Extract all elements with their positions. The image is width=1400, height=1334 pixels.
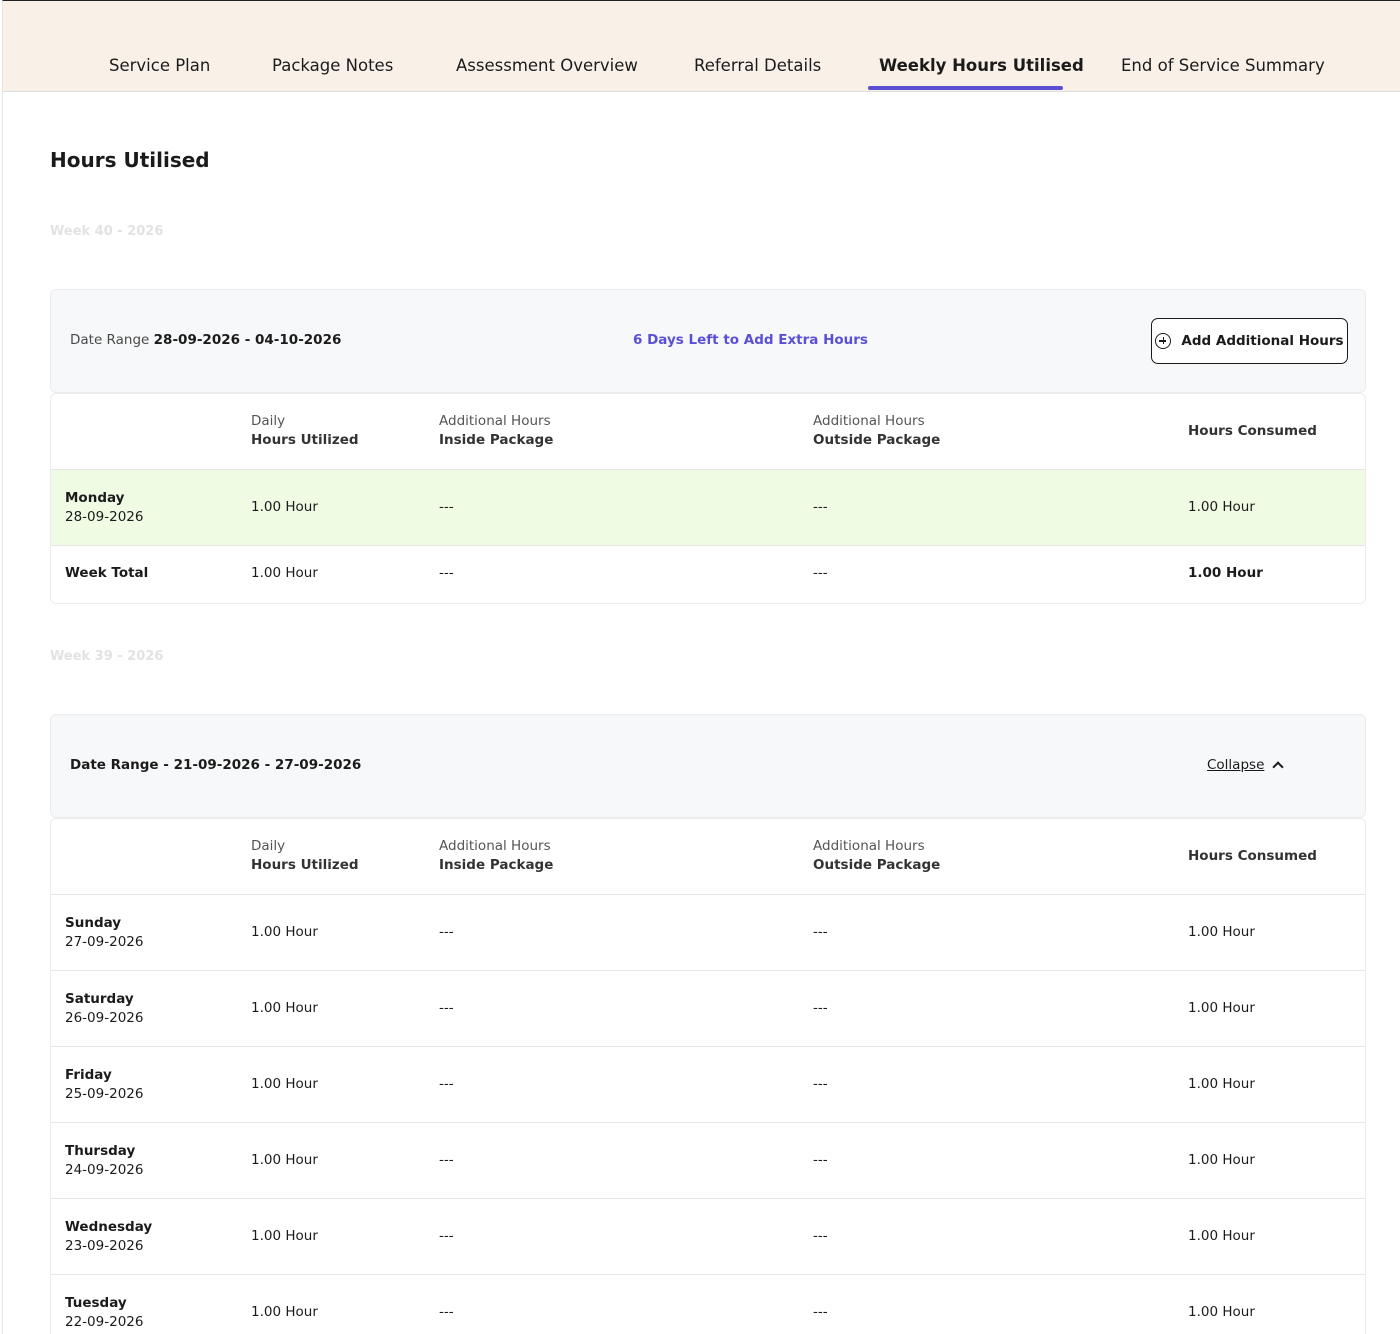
inside-package-cell: ---	[439, 924, 454, 940]
daily-hours-cell: 1.00 Hour	[251, 924, 318, 940]
column-daily-hours: Daily Hours Utilized	[251, 838, 359, 873]
chevron-up-icon	[1272, 761, 1285, 773]
daily-hours-cell: 1.00 Hour	[251, 1000, 318, 1016]
outside-package-cell: ---	[813, 499, 828, 515]
day-cell: Saturday 26-09-2026	[65, 991, 144, 1026]
week-40-table: Daily Hours Utilized Additional Hours Insi…	[50, 393, 1366, 604]
days-left-notice: 6 Days Left to Add Extra Hours	[633, 332, 868, 348]
column-inside-package: Additional Hours Inside Package	[439, 413, 554, 448]
table-row: Friday 25-09-2026 1.00 Hour --- --- 1.00 …	[51, 1047, 1365, 1123]
tab-referral-details[interactable]: Referral Details	[694, 56, 821, 75]
column-daily-hours: Daily Hours Utilized	[251, 413, 359, 448]
week-39-table: Daily Hours Utilized Additional Hours Insi…	[50, 818, 1366, 1334]
page-title: Hours Utilised	[50, 148, 210, 172]
day-cell: Tuesday 22-09-2026	[65, 1295, 144, 1330]
week-39-label: Week 39 - 2026	[50, 649, 164, 664]
inside-package-cell: ---	[439, 499, 454, 515]
column-inside-package: Additional Hours Inside Package	[439, 838, 554, 873]
week-total-label: Week Total	[65, 565, 149, 581]
date-range-prefix: Date Range	[70, 332, 150, 348]
tab-bar: Service Plan Package Notes Assessment Ov…	[3, 1, 1400, 92]
tab-package-notes[interactable]: Package Notes	[272, 56, 393, 75]
day-cell: Wednesday 23-09-2026	[65, 1219, 153, 1254]
outside-package-cell: ---	[813, 924, 828, 940]
week-40-range-bar: Date Range 28-09-2026 - 04-10-2026 6 Day…	[50, 289, 1366, 393]
collapse-label: Collapse	[1207, 757, 1265, 773]
day-cell: Thursday 24-09-2026	[65, 1143, 144, 1178]
day-cell: Sunday 27-09-2026	[65, 915, 144, 950]
column-hours-consumed: Hours Consumed	[1188, 848, 1317, 864]
tab-weekly-hours-utilised[interactable]: Weekly Hours Utilised	[879, 56, 1084, 75]
tab-service-plan[interactable]: Service Plan	[109, 56, 210, 75]
week-40-date-range: Date Range 28-09-2026 - 04-10-2026	[70, 332, 341, 348]
inside-package-cell: ---	[439, 1076, 454, 1092]
outside-package-cell: ---	[813, 1304, 828, 1320]
table-row: Sunday 27-09-2026 1.00 Hour --- --- 1.00 …	[51, 895, 1365, 971]
outside-package-cell: ---	[813, 1228, 828, 1244]
daily-hours-cell: 1.00 Hour	[251, 1152, 318, 1168]
table-row: Wednesday 23-09-2026 1.00 Hour --- --- 1.…	[51, 1199, 1365, 1275]
inside-package-cell: ---	[439, 1228, 454, 1244]
hours-consumed-cell: 1.00 Hour	[1188, 499, 1255, 515]
hours-consumed-cell: 1.00 Hour	[1188, 924, 1255, 940]
hours-consumed-cell: 1.00 Hour	[1188, 1228, 1255, 1244]
daily-hours-cell: 1.00 Hour	[251, 1228, 318, 1244]
date-range-value: 28-09-2026 - 04-10-2026	[153, 332, 342, 348]
outside-package-cell: ---	[813, 1152, 828, 1168]
hours-consumed-cell: 1.00 Hour	[1188, 1076, 1255, 1092]
add-additional-hours-label: Add Additional Hours	[1181, 333, 1344, 349]
daily-hours-cell: 1.00 Hour	[251, 565, 318, 581]
inside-package-cell: ---	[439, 565, 454, 581]
day-cell: Friday 25-09-2026	[65, 1067, 144, 1102]
inside-package-cell: ---	[439, 1152, 454, 1168]
add-additional-hours-button[interactable]: Add Additional Hours	[1151, 318, 1348, 364]
hours-consumed-cell: 1.00 Hour	[1188, 1000, 1255, 1016]
table-row: Saturday 26-09-2026 1.00 Hour --- --- 1.0…	[51, 971, 1365, 1047]
week-40-label: Week 40 - 2026	[50, 224, 164, 239]
column-hours-consumed: Hours Consumed	[1188, 423, 1317, 439]
table-row: Tuesday 22-09-2026 1.00 Hour --- --- 1.00…	[51, 1275, 1365, 1334]
hours-consumed-total: 1.00 Hour	[1188, 565, 1263, 581]
inside-package-cell: ---	[439, 1000, 454, 1016]
outside-package-cell: ---	[813, 1000, 828, 1016]
week-total-row: Week Total 1.00 Hour --- --- 1.00 Hour	[51, 546, 1365, 603]
inside-package-cell: ---	[439, 1304, 454, 1320]
hours-consumed-cell: 1.00 Hour	[1188, 1152, 1255, 1168]
table-row: Thursday 24-09-2026 1.00 Hour --- --- 1.0…	[51, 1123, 1365, 1199]
tab-end-of-service-summary[interactable]: End of Service Summary	[1121, 56, 1325, 75]
table-header: Daily Hours Utilized Additional Hours Insi…	[51, 394, 1365, 470]
week-39-date-range: Date Range - 21-09-2026 - 27-09-2026	[70, 757, 362, 773]
collapse-button[interactable]: Collapse	[1207, 757, 1285, 773]
page-frame: Service Plan Package Notes Assessment Ov…	[2, 0, 1400, 1334]
tab-assessment-overview[interactable]: Assessment Overview	[456, 56, 638, 75]
daily-hours-cell: 1.00 Hour	[251, 1076, 318, 1092]
active-tab-indicator	[868, 86, 1063, 90]
column-outside-package: Additional Hours Outside Package	[813, 413, 941, 448]
column-outside-package: Additional Hours Outside Package	[813, 838, 941, 873]
hours-consumed-cell: 1.00 Hour	[1188, 1304, 1255, 1320]
table-header: Daily Hours Utilized Additional Hours Insi…	[51, 819, 1365, 895]
daily-hours-cell: 1.00 Hour	[251, 499, 318, 515]
day-cell: Monday 28-09-2026	[65, 490, 144, 525]
plus-circle-icon	[1155, 333, 1172, 349]
outside-package-cell: ---	[813, 565, 828, 581]
table-row: Monday 28-09-2026 1.00 Hour --- --- 1.00 …	[51, 470, 1365, 546]
week-39-range-bar: Date Range - 21-09-2026 - 27-09-2026 Col…	[50, 714, 1366, 818]
daily-hours-cell: 1.00 Hour	[251, 1304, 318, 1320]
outside-package-cell: ---	[813, 1076, 828, 1092]
